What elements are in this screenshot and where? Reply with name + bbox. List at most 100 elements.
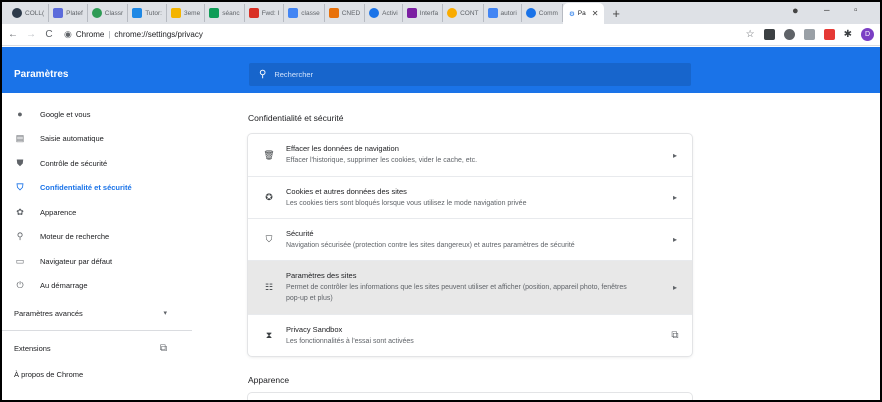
sidebar-advanced[interactable]: Paramètres avancés ▾ <box>2 302 202 324</box>
sidebar-item-google[interactable]: ● Google et vous <box>2 102 202 127</box>
row-security[interactable]: ⛉ Sécurité Navigation sécurisée (protecti… <box>248 218 692 260</box>
browser-tab[interactable]: autori <box>484 4 522 22</box>
tab-favicon-icon <box>12 8 22 18</box>
row-title: Privacy Sandbox <box>286 324 343 334</box>
profile-avatar[interactable]: D <box>861 28 874 41</box>
row-subtitle: Les fonctionnalités à l'essai sont activ… <box>286 337 414 345</box>
clipboard-icon: ▤ <box>15 133 25 144</box>
extension-image-icon[interactable] <box>803 29 815 40</box>
new-tab-button[interactable]: + <box>612 6 620 21</box>
tab-label: 3eme <box>183 9 201 17</box>
browser-tab[interactable]: Classr <box>88 4 129 22</box>
chevron-right-icon: ▸ <box>672 283 677 292</box>
settings-search[interactable]: ⚲ <box>249 63 691 86</box>
sidebar-item-autofill[interactable]: ▤ Saisie automatique <box>2 127 202 152</box>
browser-tab[interactable]: séanc <box>205 4 245 22</box>
extensions-area: ☆ ✱ D <box>746 28 874 41</box>
sidebar-extensions[interactable]: Extensions ⧉ <box>2 337 202 359</box>
sidebar-about[interactable]: À propos de Chrome <box>2 363 202 385</box>
shield-icon: ⛉ <box>16 182 24 193</box>
tab-favicon-icon <box>369 8 380 18</box>
address-bar[interactable]: ◉ Chrome | chrome://settings/privacy <box>64 29 203 40</box>
sliders-icon: ☷ <box>264 282 274 292</box>
gear-icon: ⚙ <box>568 10 575 18</box>
browser-tab[interactable]: Tutor: <box>128 4 167 22</box>
browser-tab[interactable]: classe <box>284 4 325 22</box>
tab-label: CONT <box>460 9 479 17</box>
sidebar-item-label: Moteur de recherche <box>40 232 110 242</box>
sidebar-item-label: Contrôle de sécurité <box>40 158 108 168</box>
sidebar-advanced-label: Paramètres avancés <box>14 308 83 318</box>
browser-tab[interactable]: CNED <box>325 4 366 22</box>
tab-label: Fwd: I <box>261 9 280 17</box>
tab-favicon-icon <box>132 8 143 18</box>
row-title: Paramètres des sites <box>286 271 357 280</box>
browser-tab[interactable]: CONT <box>443 4 484 22</box>
sidebar-item-startup[interactable]: ⏻ Au démarrage <box>2 274 202 299</box>
chevron-right-icon: ▸ <box>672 235 677 244</box>
tab-label: autori <box>500 9 517 17</box>
browser-toolbar: ← → C ◉ Chrome | chrome://settings/priva… <box>2 24 880 46</box>
sidebar-item-appearance[interactable]: ✿ Apparence <box>2 200 202 225</box>
restore-button[interactable]: ▫ <box>854 5 858 16</box>
row-subtitle: Effacer l'historique, supprimer les cook… <box>286 157 478 164</box>
external-link-icon: ⧉ <box>671 330 679 341</box>
row-subtitle: Permet de contrôler les informations que… <box>286 284 627 302</box>
address-site: Chrome <box>75 30 105 39</box>
puzzle-icon[interactable]: ✱ <box>844 29 852 40</box>
bookmark-star-icon[interactable]: ☆ <box>746 29 755 40</box>
sidebar-item-label: Au démarrage <box>40 281 88 291</box>
settings-main: Confidentialité et sécurité 🗑 Effacer le… <box>248 102 692 400</box>
tab-favicon-icon <box>328 8 339 18</box>
shield-check-icon: ⛊ <box>16 157 24 168</box>
browser-tab[interactable]: COLL( <box>8 4 50 22</box>
sidebar-item-privacy[interactable]: ⛉ Confidentialité et sécurité <box>2 176 202 201</box>
cookie-icon: ✪ <box>265 192 273 202</box>
appearance-card <box>248 393 692 400</box>
sidebar-item-default-browser[interactable]: ▭ Navigateur par défaut <box>2 249 202 274</box>
tab-label: Interfa <box>419 9 439 17</box>
extension-red-icon[interactable] <box>823 29 835 40</box>
trash-icon: 🗑 <box>263 149 275 160</box>
chrome-icon: ◉ <box>64 29 72 39</box>
tab-label: CNED <box>341 9 361 17</box>
search-input[interactable] <box>274 70 655 79</box>
sidebar-item-search-engine[interactable]: ⚲ Moteur de recherche <box>2 225 202 250</box>
settings-sidebar: ● Google et vous ▤ Saisie automatique ⛊ Con… <box>2 102 202 385</box>
close-tab-icon[interactable]: ✕ <box>592 9 599 18</box>
tab-label: Pa <box>577 10 586 17</box>
browser-tab[interactable]: Platef <box>49 4 88 22</box>
browser-tab[interactable]: Interfa <box>403 4 444 22</box>
tab-label: Activi <box>382 9 398 17</box>
chevron-down-icon: ▾ <box>163 310 167 317</box>
back-icon[interactable]: ← <box>6 29 20 40</box>
sidebar-item-label: Navigateur par défaut <box>40 256 113 266</box>
profile-menu-icon[interactable]: ● <box>792 5 799 17</box>
tab-label: séanc <box>222 9 240 17</box>
browser-tab[interactable]: Activi <box>365 4 403 22</box>
tab-label: classe <box>301 9 320 17</box>
active-browser-tab[interactable]: ⚙ Pa ✕ <box>562 3 605 24</box>
row-cookies[interactable]: ✪ Cookies et autres données des sites Les… <box>248 176 692 218</box>
row-clear-browsing-data[interactable]: 🗑 Effacer les données de navigation Effac… <box>248 134 692 176</box>
chevron-right-icon: ▸ <box>672 193 677 202</box>
row-site-settings[interactable]: ☷ Paramètres des sites Permet de contrôle… <box>248 260 692 314</box>
extension-circle-icon[interactable] <box>783 29 795 40</box>
sidebar-item-safety-check[interactable]: ⛊ Contrôle de sécurité <box>2 151 202 176</box>
browser-tab[interactable]: 3eme <box>167 4 206 22</box>
browser-tab[interactable]: Fwd: I <box>245 4 285 22</box>
tab-label: Classr <box>104 9 124 17</box>
search-icon: ⚲ <box>16 231 24 242</box>
tab-strip: COLL( Platef Classr Tutor: 3eme séanc Fw… <box>2 2 880 24</box>
tab-favicon-icon <box>248 8 259 18</box>
tab-favicon-icon <box>53 8 64 18</box>
extension-qr-icon[interactable] <box>763 29 775 40</box>
forward-icon[interactable]: → <box>24 29 38 40</box>
browser-tab[interactable]: Comm <box>522 4 563 22</box>
palette-icon: ✿ <box>16 206 24 217</box>
reload-icon[interactable]: C <box>42 29 56 40</box>
search-icon: ⚲ <box>259 69 267 80</box>
power-icon: ⏻ <box>16 280 24 291</box>
row-privacy-sandbox[interactable]: ⧗ Privacy Sandbox Les fonctionnalités à l… <box>248 314 692 356</box>
minimize-button[interactable]: – <box>824 5 830 16</box>
